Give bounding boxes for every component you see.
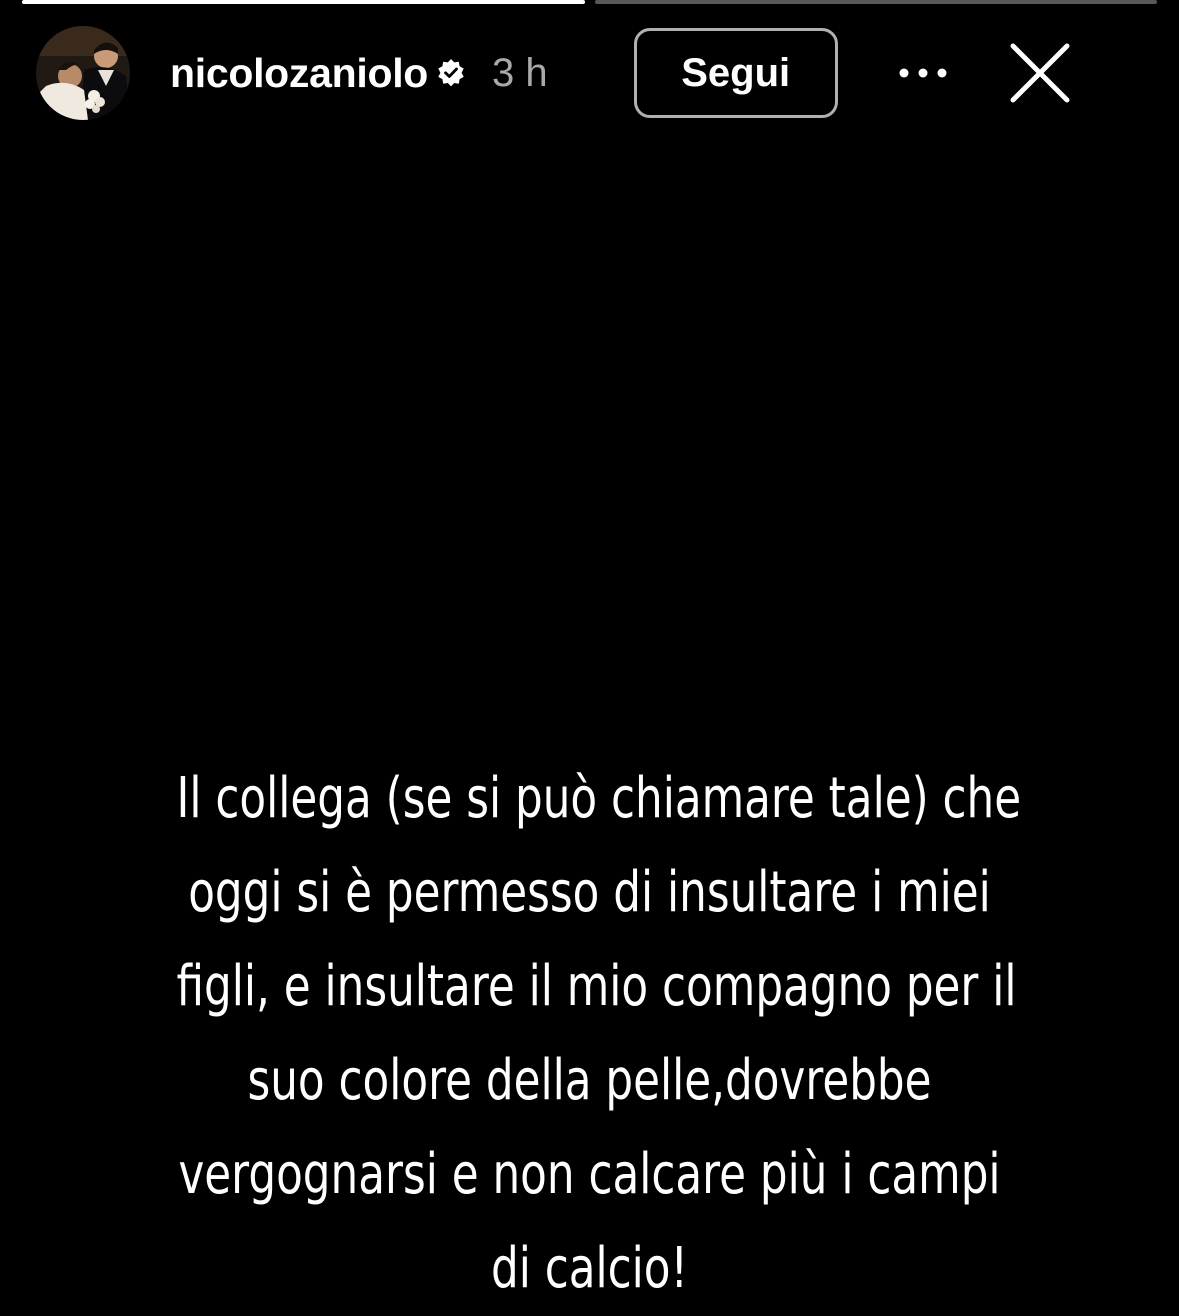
more-options-icon[interactable]: [896, 46, 950, 100]
story-header: nicolozaniolo 3 h Segui: [36, 24, 1149, 122]
post-time: 3 h: [492, 50, 548, 95]
avatar-photo: [36, 26, 130, 120]
avatar[interactable]: [36, 26, 130, 120]
username[interactable]: nicolozaniolo: [170, 50, 428, 97]
progress-segment-2: [594, 0, 1157, 4]
story-text-line: suo colore della pelle,dovrebbe: [247, 1048, 932, 1113]
progress-segment-1: [22, 0, 585, 4]
story-text-line: di calcio!: [490, 1236, 689, 1301]
story-text-line: Il collega (se si può chiamare tale) che: [176, 766, 1022, 831]
close-icon[interactable]: [1008, 41, 1072, 105]
story-text-line: oggi si è permesso di insultare i miei: [188, 860, 991, 925]
progress-fill-1: [22, 0, 585, 4]
story-text: Il collega (se si può chiamare tale) che…: [176, 752, 1022, 1316]
verified-badge-icon: [436, 58, 466, 88]
story-progress-bar: [22, 0, 1157, 4]
story-text-line: figli, e insultare il mio compagno per i…: [176, 954, 1017, 1019]
story-text-line: vergognarsi e non calcare più i campi: [178, 1142, 1001, 1207]
follow-button[interactable]: Segui: [633, 28, 838, 118]
